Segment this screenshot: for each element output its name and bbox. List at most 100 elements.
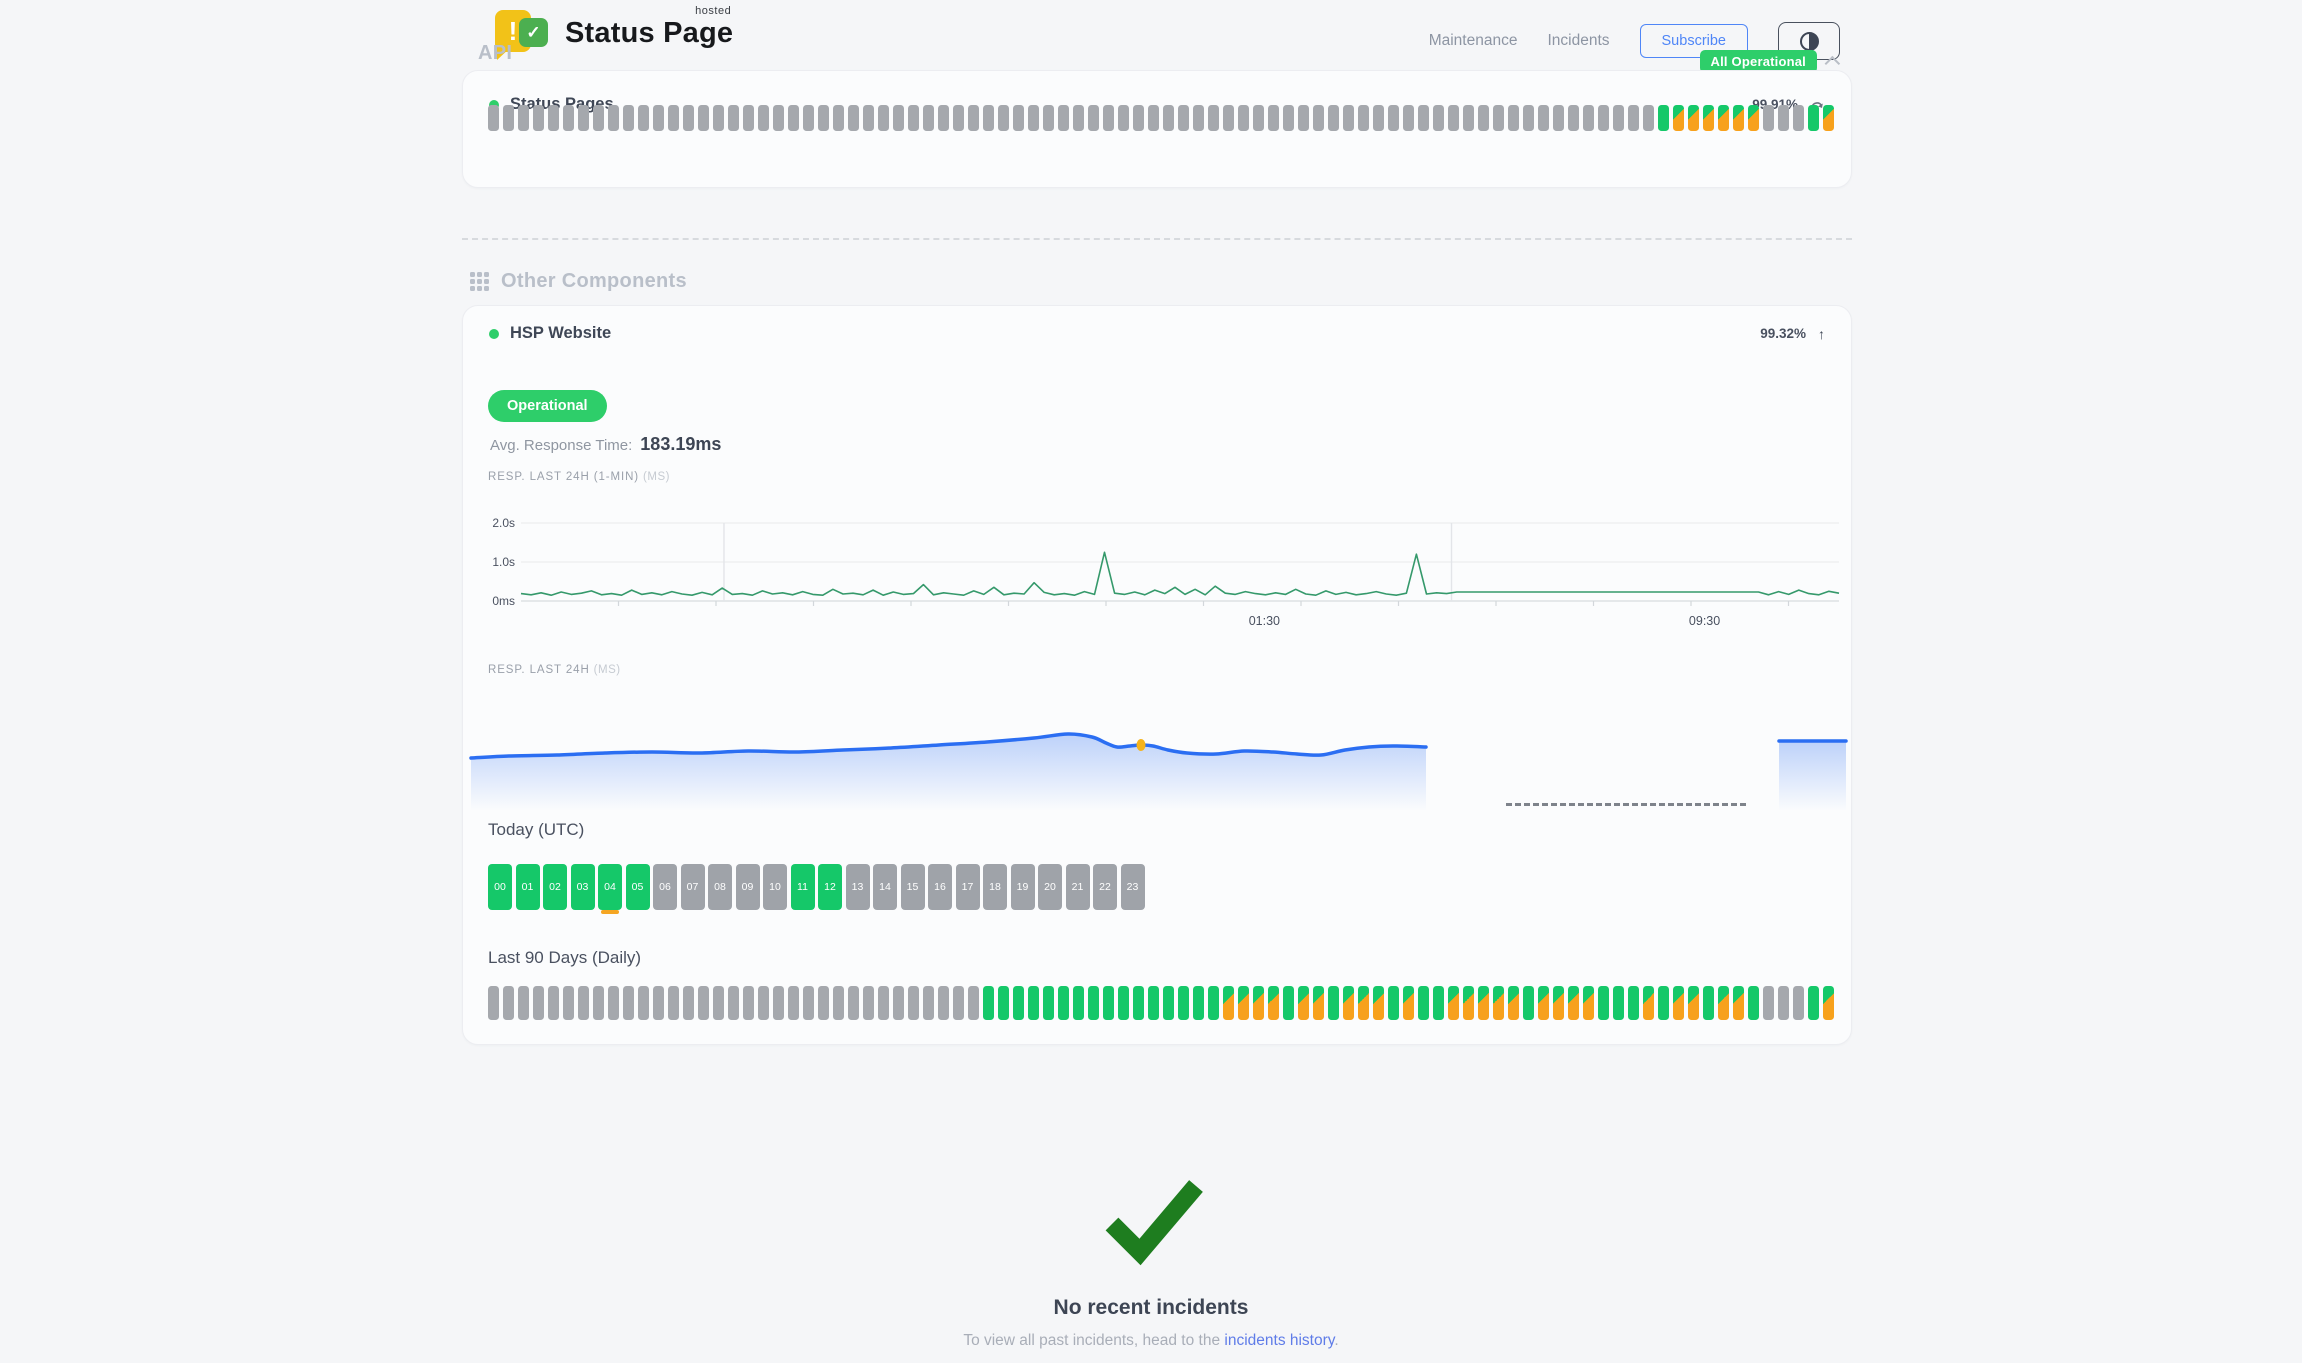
uptime-bar[interactable]	[1283, 986, 1294, 1020]
uptime-bar[interactable]	[1013, 986, 1024, 1020]
uptime-bar[interactable]	[1073, 986, 1084, 1020]
uptime-bar[interactable]	[533, 105, 544, 131]
uptime-bar[interactable]	[1028, 986, 1039, 1020]
uptime-bar[interactable]	[1793, 105, 1804, 131]
uptime-bar[interactable]	[1673, 986, 1684, 1020]
uptime-bar[interactable]	[1493, 105, 1504, 131]
uptime-bar[interactable]	[1823, 986, 1834, 1020]
uptime-bar[interactable]	[863, 105, 874, 131]
component-row[interactable]: HSP Website 99.32% ↑	[463, 324, 1851, 343]
uptime-bar[interactable]	[1418, 105, 1429, 131]
hour-block-19[interactable]: 19	[1011, 864, 1035, 910]
uptime-bar[interactable]	[1703, 986, 1714, 1020]
uptime-bar[interactable]	[1733, 105, 1744, 131]
uptime-bar[interactable]	[1088, 105, 1099, 131]
uptime-bar[interactable]	[1613, 105, 1624, 131]
uptime-bar[interactable]	[488, 105, 499, 131]
uptime-bar[interactable]	[1298, 986, 1309, 1020]
uptime-bar[interactable]	[1238, 105, 1249, 131]
uptime-bar[interactable]	[1808, 105, 1819, 131]
uptime-bar[interactable]	[1403, 105, 1414, 131]
uptime-bar[interactable]	[1178, 105, 1189, 131]
uptime-bar[interactable]	[1523, 105, 1534, 131]
uptime-bar[interactable]	[1343, 986, 1354, 1020]
uptime-bar[interactable]	[1448, 105, 1459, 131]
uptime-bar[interactable]	[1553, 986, 1564, 1020]
uptime-bar[interactable]	[1823, 105, 1834, 131]
uptime-bar[interactable]	[593, 986, 604, 1020]
uptime-bar[interactable]	[878, 986, 889, 1020]
uptime-bar[interactable]	[1748, 986, 1759, 1020]
uptime-bar[interactable]	[1103, 105, 1114, 131]
uptime-bar[interactable]	[1313, 105, 1324, 131]
uptime-bar[interactable]	[803, 105, 814, 131]
uptime-bars-status-pages[interactable]	[488, 105, 1834, 131]
uptime-bar[interactable]	[968, 105, 979, 131]
uptime-bar[interactable]	[1778, 986, 1789, 1020]
uptime-bar[interactable]	[1193, 986, 1204, 1020]
hour-block-06[interactable]: 06	[653, 864, 677, 910]
incidents-history-link[interactable]: incidents history	[1224, 1332, 1334, 1349]
uptime-bar[interactable]	[623, 986, 634, 1020]
uptime-bar[interactable]	[1133, 986, 1144, 1020]
uptime-bar[interactable]	[938, 105, 949, 131]
uptime-bar[interactable]	[1118, 986, 1129, 1020]
uptime-bar[interactable]	[683, 986, 694, 1020]
brand-logo[interactable]: ! ✓ hosted Status Page	[495, 8, 733, 58]
uptime-bar[interactable]	[893, 105, 904, 131]
hour-block-13[interactable]: 13	[846, 864, 870, 910]
uptime-bar[interactable]	[1763, 105, 1774, 131]
uptime-bar[interactable]	[1388, 105, 1399, 131]
uptime-bar[interactable]	[1043, 986, 1054, 1020]
uptime-bar[interactable]	[1628, 986, 1639, 1020]
uptime-bar[interactable]	[1328, 105, 1339, 131]
hour-block-08[interactable]: 08	[708, 864, 732, 910]
uptime-bar[interactable]	[1043, 105, 1054, 131]
uptime-bar[interactable]	[1733, 986, 1744, 1020]
uptime-bar[interactable]	[848, 105, 859, 131]
uptime-bar[interactable]	[1088, 986, 1099, 1020]
uptime-bar[interactable]	[1673, 105, 1684, 131]
uptime-bar[interactable]	[848, 986, 859, 1020]
uptime-bar[interactable]	[1643, 986, 1654, 1020]
uptime-bar[interactable]	[1268, 986, 1279, 1020]
uptime-bar[interactable]	[638, 986, 649, 1020]
uptime-bar[interactable]	[713, 105, 724, 131]
uptime-bar[interactable]	[1358, 986, 1369, 1020]
uptime-bar[interactable]	[1778, 105, 1789, 131]
uptime-bar[interactable]	[1658, 986, 1669, 1020]
uptime-bar[interactable]	[1688, 105, 1699, 131]
uptime-bar[interactable]	[938, 986, 949, 1020]
hour-block-18[interactable]: 18	[983, 864, 1007, 910]
uptime-bar[interactable]	[1448, 986, 1459, 1020]
uptime-bar[interactable]	[1208, 105, 1219, 131]
uptime-bar[interactable]	[623, 105, 634, 131]
uptime-bar[interactable]	[488, 986, 499, 1020]
uptime-bar[interactable]	[863, 986, 874, 1020]
uptime-bar[interactable]	[998, 986, 1009, 1020]
uptime-bar[interactable]	[1028, 105, 1039, 131]
uptime-bar[interactable]	[818, 105, 829, 131]
hour-block-20[interactable]: 20	[1038, 864, 1062, 910]
uptime-bar[interactable]	[1298, 105, 1309, 131]
uptime-bar[interactable]	[503, 986, 514, 1020]
uptime-bar[interactable]	[773, 105, 784, 131]
uptime-bar[interactable]	[1178, 986, 1189, 1020]
uptime-bar[interactable]	[1718, 105, 1729, 131]
uptime-bar[interactable]	[563, 986, 574, 1020]
uptime-bar[interactable]	[1493, 986, 1504, 1020]
uptime-bar[interactable]	[983, 105, 994, 131]
uptime-bar[interactable]	[1478, 105, 1489, 131]
uptime-bar[interactable]	[1553, 105, 1564, 131]
uptime-bar[interactable]	[698, 105, 709, 131]
hour-block-10[interactable]: 10	[763, 864, 787, 910]
uptime-bar[interactable]	[1388, 986, 1399, 1020]
hour-block-01[interactable]: 01	[516, 864, 540, 910]
hour-block-17[interactable]: 17	[956, 864, 980, 910]
uptime-bar[interactable]	[1763, 986, 1774, 1020]
uptime-bar[interactable]	[1613, 986, 1624, 1020]
uptime-bar[interactable]	[953, 105, 964, 131]
uptime-bar[interactable]	[593, 105, 604, 131]
uptime-bar[interactable]	[533, 986, 544, 1020]
uptime-bar[interactable]	[578, 105, 589, 131]
